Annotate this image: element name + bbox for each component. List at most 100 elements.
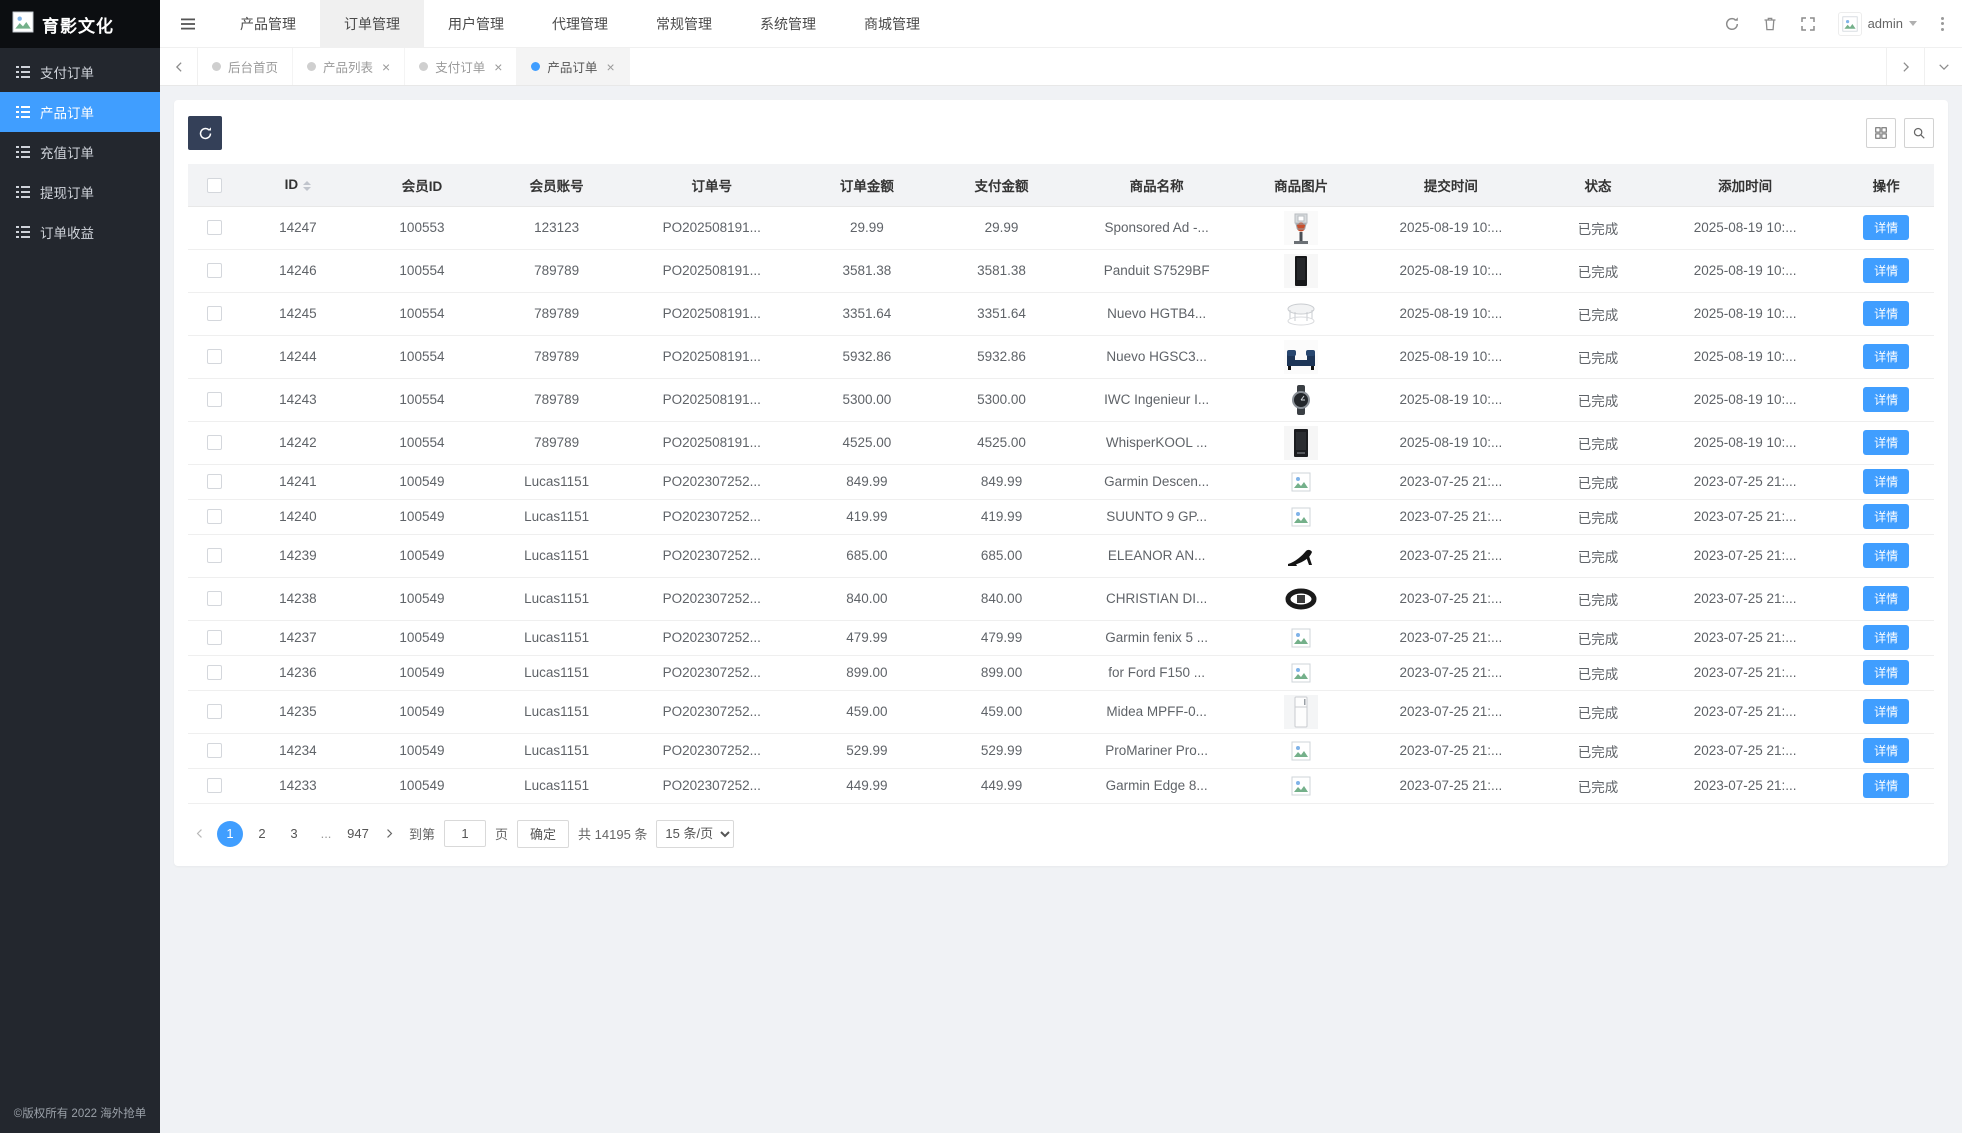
row-checkbox[interactable] [207, 591, 222, 606]
nav-item[interactable]: 系统管理 [736, 0, 840, 47]
row-checkbox[interactable] [207, 743, 222, 758]
cell-pay-amount: 29.99 [934, 206, 1069, 249]
sidebar-item[interactable]: 支付订单 [0, 52, 160, 92]
goto-page-input[interactable] [444, 820, 486, 847]
cell-amount: 419.99 [800, 499, 935, 534]
tabs-menu-icon[interactable] [1924, 48, 1962, 85]
tab-item[interactable]: 后台首页 [198, 48, 293, 85]
fullscreen-icon[interactable] [1800, 16, 1816, 32]
page-button[interactable]: 1 [217, 821, 243, 847]
row-checkbox[interactable] [207, 349, 222, 364]
total-count-label: 共 14195 条 [578, 824, 647, 843]
product-image [1244, 768, 1357, 803]
row-checkbox[interactable] [207, 548, 222, 563]
detail-button[interactable]: 详情 [1863, 660, 1909, 685]
cell-account: Lucas1151 [489, 534, 624, 577]
table-search-button[interactable] [1904, 118, 1934, 148]
more-options-icon[interactable] [1939, 15, 1946, 33]
row-checkbox[interactable] [207, 263, 222, 278]
detail-button[interactable]: 详情 [1863, 699, 1909, 724]
sidebar-item[interactable]: 充值订单 [0, 132, 160, 172]
sidebar-item[interactable]: 订单收益 [0, 212, 160, 252]
cell-add-time: 2025-08-19 10:... [1652, 421, 1838, 464]
cell-amount: 3581.38 [800, 249, 935, 292]
detail-button[interactable]: 详情 [1863, 215, 1909, 240]
detail-button[interactable]: 详情 [1863, 738, 1909, 763]
tab-bar: 后台首页产品列表×支付订单×产品订单× [198, 48, 1886, 85]
detail-button[interactable]: 详情 [1863, 586, 1909, 611]
tab-item[interactable]: 支付订单× [405, 48, 517, 85]
list-icon [16, 105, 30, 119]
row-checkbox[interactable] [207, 704, 222, 719]
row-checkbox[interactable] [207, 220, 222, 235]
table-row: 14235100549Lucas1151PO202307252...459.00… [188, 690, 1934, 733]
detail-button[interactable]: 详情 [1863, 469, 1909, 494]
row-checkbox[interactable] [207, 474, 222, 489]
next-page-button[interactable] [378, 821, 400, 847]
nav-item[interactable]: 订单管理 [320, 0, 424, 47]
tabs-scroll-right-icon[interactable] [1886, 48, 1924, 85]
row-checkbox[interactable] [207, 665, 222, 680]
cell-status: 已完成 [1544, 733, 1652, 768]
cell-amount: 3351.64 [800, 292, 935, 335]
detail-button[interactable]: 详情 [1863, 504, 1909, 529]
row-checkbox[interactable] [207, 509, 222, 524]
cell-pay-amount: 3581.38 [934, 249, 1069, 292]
sort-icon[interactable] [303, 181, 311, 191]
row-checkbox[interactable] [207, 306, 222, 321]
nav-item[interactable]: 商城管理 [840, 0, 944, 47]
detail-button[interactable]: 详情 [1863, 301, 1909, 326]
detail-button[interactable]: 详情 [1863, 625, 1909, 650]
detail-button[interactable]: 详情 [1863, 387, 1909, 412]
table-row: 14243100554789789PO202508191...5300.0053… [188, 378, 1934, 421]
cell-pay-amount: 479.99 [934, 620, 1069, 655]
page-button[interactable]: 2 [249, 821, 275, 847]
cell-member-id: 100549 [355, 464, 490, 499]
page-label: 页 [495, 824, 508, 843]
user-menu[interactable]: admin [1838, 12, 1917, 36]
detail-button[interactable]: 详情 [1863, 430, 1909, 455]
cell-order-no: PO202508191... [624, 421, 799, 464]
page-size-select[interactable]: 15 条/页 [656, 820, 734, 848]
goto-confirm-button[interactable]: 确定 [517, 820, 569, 848]
row-checkbox[interactable] [207, 630, 222, 645]
tab-close-icon[interactable]: × [382, 59, 390, 75]
sidebar-item[interactable]: 提现订单 [0, 172, 160, 212]
nav-item[interactable]: 产品管理 [216, 0, 320, 47]
select-all-checkbox[interactable] [207, 178, 222, 193]
detail-button[interactable]: 详情 [1863, 344, 1909, 369]
tab-close-icon[interactable]: × [494, 59, 502, 75]
page-button[interactable]: 3 [281, 821, 307, 847]
nav-item[interactable]: 用户管理 [424, 0, 528, 47]
orders-card: ID会员ID会员账号订单号订单金额支付金额商品名称商品图片提交时间状态添加时间操… [174, 100, 1948, 866]
row-checkbox[interactable] [207, 435, 222, 450]
tab-item[interactable]: 产品列表× [293, 48, 405, 85]
menu-toggle-icon[interactable] [160, 16, 216, 32]
page-button[interactable]: 947 [345, 821, 371, 847]
tabs-scroll-left-icon[interactable] [160, 48, 198, 85]
refresh-icon[interactable] [1724, 16, 1740, 32]
tab-close-icon[interactable]: × [606, 59, 614, 75]
cell-order-no: PO202508191... [624, 292, 799, 335]
detail-button[interactable]: 详情 [1863, 543, 1909, 568]
nav-item[interactable]: 常规管理 [632, 0, 736, 47]
cell-account: Lucas1151 [489, 499, 624, 534]
table-refresh-button[interactable] [188, 116, 222, 150]
cell-member-id: 100549 [355, 690, 490, 733]
trash-icon[interactable] [1762, 16, 1778, 32]
columns-toggle-button[interactable] [1866, 118, 1896, 148]
sidebar-item[interactable]: 产品订单 [0, 92, 160, 132]
prev-page-button[interactable] [188, 821, 210, 847]
page-list: 123...947 [217, 821, 371, 847]
detail-button[interactable]: 详情 [1863, 258, 1909, 283]
row-checkbox[interactable] [207, 392, 222, 407]
nav-item[interactable]: 代理管理 [528, 0, 632, 47]
detail-button[interactable]: 详情 [1863, 773, 1909, 798]
checkbox-cell [188, 378, 241, 421]
row-checkbox[interactable] [207, 778, 222, 793]
cell-order-no: PO202508191... [624, 249, 799, 292]
cell-order-no: PO202307252... [624, 464, 799, 499]
cell-submit-time: 2023-07-25 21:... [1358, 768, 1544, 803]
tab-item[interactable]: 产品订单× [517, 48, 629, 85]
cell-member-id: 100549 [355, 733, 490, 768]
